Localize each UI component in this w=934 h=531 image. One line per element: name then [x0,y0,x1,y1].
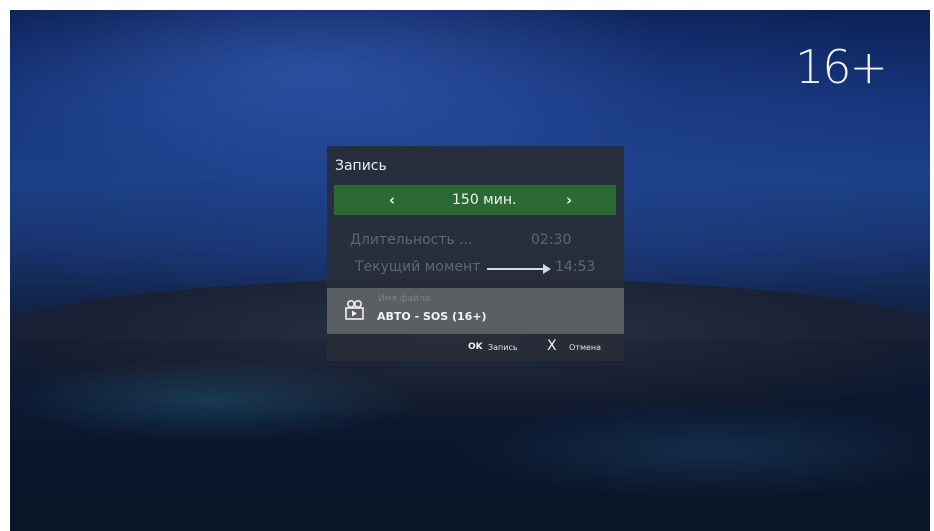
current-moment-label: Текущий момент [355,259,481,275]
duration-label: Длительность ... [350,232,473,248]
file-name-value: АВТО - SOS (16+) [377,310,487,323]
arrow-right-icon [543,264,551,274]
duration-value: 150 мин. [452,192,517,208]
age-rating-badge: 16+ [795,40,888,94]
ok-key-icon[interactable]: OK [468,342,483,352]
duration-selector[interactable]: ‹ 150 мин. › [334,185,616,215]
arrow-line [487,268,545,270]
decrease-arrow-icon[interactable]: ‹ [389,191,395,209]
cancel-button-label[interactable]: Отмена [569,343,601,352]
dialog-footer: OK Запись X Отмена [327,334,624,361]
file-name-panel[interactable]: Имя файла АВТО - SOS (16+) [327,288,624,334]
current-moment-time: 14:53 [555,259,596,275]
increase-arrow-icon[interactable]: › [566,191,572,209]
file-name-label: Имя файла [378,294,431,304]
dialog-title: Запись [335,158,387,174]
duration-time: 02:30 [531,232,572,248]
record-dialog: Запись ‹ 150 мин. › Длительность ... 02:… [327,146,624,361]
video-file-icon [345,299,364,320]
cancel-key-icon[interactable]: X [547,338,557,354]
record-button-label[interactable]: Запись [488,343,518,352]
background-field [10,340,930,531]
